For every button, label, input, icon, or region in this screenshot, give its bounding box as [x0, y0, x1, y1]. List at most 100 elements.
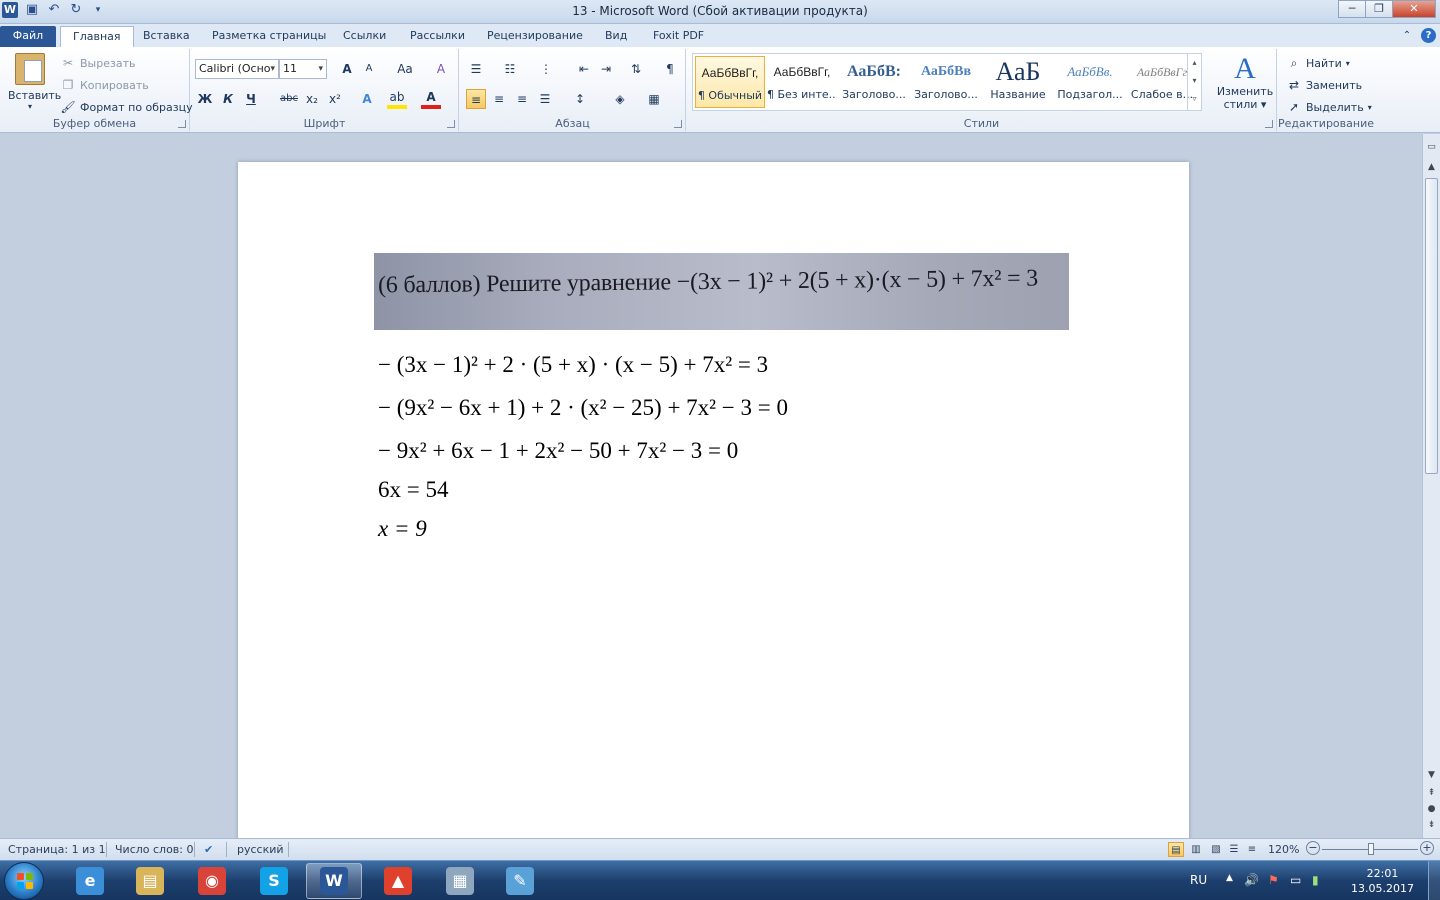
show-marks-button[interactable]: ¶ — [660, 59, 680, 79]
styles-gallery-scroll[interactable]: ▴ ▾ ▿ — [1187, 54, 1201, 110]
style-subtitle[interactable]: АаБбВв. Подзагол... — [1055, 56, 1125, 108]
tab-home[interactable]: Главная — [60, 26, 134, 47]
tab-page-layout[interactable]: Разметка страницы — [200, 26, 338, 47]
change-styles-button[interactable]: A Изменить стили ▾ — [1215, 53, 1275, 112]
line-spacing-button[interactable]: ↕ — [570, 89, 590, 109]
show-desktop-button[interactable] — [1428, 861, 1440, 900]
taskbar-app-word[interactable]: W — [306, 863, 362, 899]
font-size-combo[interactable]: 11 — [279, 59, 327, 79]
volume-icon[interactable]: 🔊 — [1244, 873, 1259, 887]
select-button[interactable]: ➚ Выделить ▾ — [1286, 99, 1372, 115]
input-language[interactable]: RU — [1190, 873, 1207, 887]
text-effects-button[interactable]: A — [357, 89, 377, 109]
italic-button[interactable]: К — [218, 89, 238, 109]
superscript-button[interactable]: x² — [325, 89, 345, 109]
language-status[interactable]: русский — [237, 843, 284, 856]
paste-button[interactable]: Вставить ▾ — [8, 53, 61, 111]
taskbar-app-app-triangle[interactable]: ▲ — [370, 863, 426, 899]
scroll-down-icon[interactable]: ▼ — [1425, 770, 1438, 784]
tab-insert[interactable]: Вставка — [131, 26, 202, 47]
collapse-ribbon-icon[interactable]: ⌃ — [1399, 28, 1415, 44]
bold-button[interactable]: Ж — [195, 89, 215, 109]
highlight-button[interactable]: ab — [387, 89, 407, 109]
align-right-button[interactable]: ≡ — [512, 89, 532, 109]
minimize-button[interactable]: ─ — [1338, 0, 1366, 18]
style-heading-2[interactable]: АаБбВв Заголово... — [911, 56, 981, 108]
bullets-button[interactable]: ☰ — [466, 59, 486, 79]
style-title[interactable]: АаБ Название — [983, 56, 1053, 108]
decrease-indent-button[interactable]: ⇤ — [574, 59, 594, 79]
scroll-up-icon[interactable]: ▲ — [1425, 162, 1438, 176]
style-no-spacing[interactable]: АаБбВвГг, ¶ Без инте... — [767, 56, 837, 108]
tab-references[interactable]: Ссылки — [331, 26, 398, 47]
taskbar-app-calculator[interactable]: ▦ — [432, 863, 488, 899]
full-screen-reading-icon[interactable]: ▥ — [1188, 842, 1204, 857]
help-icon[interactable]: ? — [1421, 28, 1436, 43]
word-count-status[interactable]: Число слов: 0 — [115, 843, 194, 856]
taskbar-app-ie[interactable]: e — [62, 863, 118, 899]
find-button[interactable]: ⌕ Найти ▾ — [1286, 55, 1350, 71]
tab-foxit-pdf[interactable]: Foxit PDF — [641, 26, 716, 47]
taskbar-app-explorer[interactable]: ▤ — [122, 863, 178, 899]
shading-button[interactable]: ◈ — [610, 89, 630, 109]
paragraph-launcher-icon[interactable] — [674, 120, 682, 128]
style-heading-1[interactable]: АаБбВ: Заголово... — [839, 56, 909, 108]
format-painter-button[interactable]: 🖌 Формат по образцу — [60, 99, 192, 115]
subscript-button[interactable]: x₂ — [302, 89, 322, 109]
justify-button[interactable]: ☰ — [535, 89, 555, 109]
font-color-button[interactable]: A — [421, 89, 441, 109]
battery-icon[interactable]: ▮ — [1312, 873, 1319, 887]
zoom-slider-thumb[interactable] — [1368, 843, 1374, 855]
grow-font-button[interactable]: A — [337, 59, 357, 79]
taskbar-app-paint[interactable]: ✎ — [492, 863, 548, 899]
outline-view-icon[interactable]: ☰ — [1226, 842, 1242, 857]
font-name-combo[interactable]: Calibri (Осно — [195, 59, 279, 79]
multilevel-list-button[interactable]: ⋮ — [536, 59, 556, 79]
increase-indent-button[interactable]: ⇥ — [596, 59, 616, 79]
clear-formatting-button[interactable]: A — [431, 59, 451, 79]
browse-object-icon[interactable]: ● — [1425, 804, 1438, 818]
tab-file[interactable]: Файл — [0, 26, 56, 47]
clipboard-launcher-icon[interactable] — [178, 120, 186, 128]
copy-button[interactable]: ❐ Копировать — [60, 77, 149, 93]
font-launcher-icon[interactable] — [447, 120, 455, 128]
replace-button[interactable]: ⇄ Заменить — [1286, 77, 1362, 93]
tab-view[interactable]: Вид — [593, 26, 639, 47]
change-case-button[interactable]: Aa — [391, 59, 419, 79]
start-button[interactable] — [4, 862, 44, 900]
view-ruler-icon[interactable]: ▭ — [1425, 142, 1438, 156]
sort-button[interactable]: ⇅ — [626, 59, 646, 79]
styles-launcher-icon[interactable] — [1265, 120, 1273, 128]
clock[interactable]: 22:01 13.05.2017 — [1351, 866, 1414, 896]
proofing-icon[interactable]: ✔ — [204, 843, 213, 856]
taskbar-app-chrome[interactable]: ◉ — [184, 863, 240, 899]
show-hidden-icons[interactable]: ▲ — [1226, 873, 1233, 883]
restore-button[interactable]: ❐ — [1365, 0, 1393, 18]
underline-button[interactable]: Ч — [241, 89, 261, 109]
scroll-thumb[interactable] — [1425, 178, 1438, 474]
align-left-button[interactable]: ≡ — [466, 89, 486, 109]
page-count-status[interactable]: Страница: 1 из 1 — [8, 843, 106, 856]
taskbar-app-skype[interactable]: S — [246, 863, 302, 899]
network-icon[interactable]: ▭ — [1290, 873, 1301, 887]
zoom-level[interactable]: 120% — [1268, 843, 1299, 856]
close-button[interactable]: ✕ — [1392, 0, 1436, 18]
print-layout-view-icon[interactable]: ▤ — [1168, 842, 1184, 857]
strikethrough-button[interactable]: abc — [277, 89, 301, 109]
align-center-button[interactable]: ≡ — [489, 89, 509, 109]
zoom-out-button[interactable]: − — [1306, 841, 1320, 855]
tab-mailings[interactable]: Рассылки — [398, 26, 477, 47]
vertical-scrollbar[interactable]: ▭ ▲ ▼ ⇞ ● ⇟ — [1422, 134, 1440, 838]
borders-button[interactable]: ▦ — [644, 89, 664, 109]
tab-review[interactable]: Рецензирование — [475, 26, 595, 47]
style-normal[interactable]: АаБбВвГг, ¶ Обычный — [695, 56, 765, 108]
document-page[interactable]: (6 баллов) Решите уравнение −(3x − 1)² +… — [238, 162, 1189, 838]
numbering-button[interactable]: ☷ — [500, 59, 520, 79]
draft-view-icon[interactable]: ≡ — [1244, 842, 1260, 857]
zoom-in-button[interactable]: + — [1420, 841, 1434, 855]
shrink-font-button[interactable]: A — [359, 59, 379, 79]
next-page-icon[interactable]: ⇟ — [1425, 820, 1438, 834]
action-center-icon[interactable]: ⚑ — [1268, 873, 1279, 887]
cut-button[interactable]: ✂ Вырезать — [60, 55, 136, 71]
web-layout-icon[interactable]: ▧ — [1208, 842, 1224, 857]
